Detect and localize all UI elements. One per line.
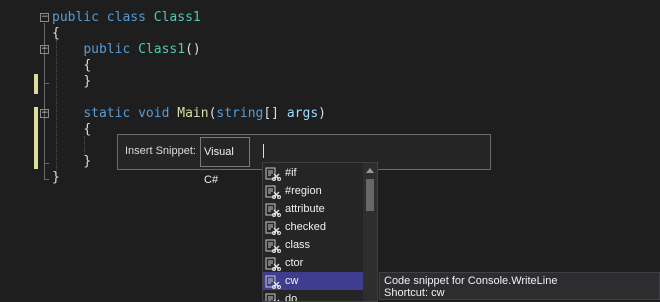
completion-item-label: do xyxy=(285,293,298,302)
keyword: void xyxy=(138,106,170,121)
completion-item[interactable]: do xyxy=(263,290,363,302)
snippet-icon xyxy=(265,237,281,253)
outline-tick xyxy=(44,163,49,164)
keyword: public xyxy=(83,42,131,57)
code-line-2: { xyxy=(52,26,60,42)
snippet-icon xyxy=(265,273,281,289)
completion-scrollbar[interactable] xyxy=(363,163,377,301)
code-line-8: { xyxy=(52,122,91,138)
completion-item[interactable]: #if xyxy=(263,164,363,182)
completion-item-label: class xyxy=(285,239,311,251)
snippet-completion-list[interactable]: #if #region attribute checked class ctor… xyxy=(262,162,378,302)
scroll-up-arrow-icon[interactable] xyxy=(366,168,374,173)
outline-tick xyxy=(44,83,49,84)
code-line-1: public class Class1 xyxy=(52,10,201,26)
brace: { xyxy=(52,26,60,41)
snippet-category-chip[interactable]: Visual C# xyxy=(200,137,250,186)
completion-item-label: cw xyxy=(285,275,299,287)
snippet-icon xyxy=(265,201,281,217)
code-line-4: { xyxy=(52,58,91,74)
class-name: Class1 xyxy=(153,10,201,25)
code-line-10: } xyxy=(52,154,91,170)
code-line-7: static void Main(string[] args) xyxy=(52,106,326,122)
completion-item-label: checked xyxy=(285,221,326,233)
punctuation: ) xyxy=(318,106,326,121)
keyword: public xyxy=(52,10,99,25)
keyword: static xyxy=(83,106,131,121)
completion-item[interactable]: class xyxy=(263,236,363,254)
snippet-icon xyxy=(265,291,281,301)
scrollbar-thumb[interactable] xyxy=(366,179,374,211)
insert-snippet-label: Insert Snippet: xyxy=(125,145,196,157)
collapse-constructor-icon[interactable]: − xyxy=(40,45,49,54)
collapse-class-icon[interactable]: − xyxy=(40,13,49,22)
code-line-3: public Class1() xyxy=(52,42,201,58)
brace: { xyxy=(83,122,92,137)
snippet-tooltip: Code snippet for Console.WriteLine Short… xyxy=(379,272,660,300)
punctuation: () xyxy=(185,42,201,57)
completion-item-selected[interactable]: cw xyxy=(263,272,363,290)
brace: } xyxy=(83,74,92,89)
text-caret xyxy=(263,144,264,158)
change-indicator xyxy=(34,74,38,94)
code-line-11: } xyxy=(52,170,60,186)
indent-guide xyxy=(84,136,85,156)
brace: } xyxy=(52,170,60,185)
tooltip-shortcut: Shortcut: cw xyxy=(384,287,445,299)
outline-tick xyxy=(44,179,49,180)
collapse-main-icon[interactable]: − xyxy=(40,109,49,118)
completion-item[interactable]: #region xyxy=(263,182,363,200)
completion-item[interactable]: checked xyxy=(263,218,363,236)
brace: } xyxy=(83,154,92,169)
constructor-name: Class1 xyxy=(138,42,186,57)
code-line-5: } xyxy=(52,74,91,90)
snippet-icon xyxy=(265,219,281,235)
completion-item[interactable]: ctor xyxy=(263,254,363,272)
completion-item[interactable]: attribute xyxy=(263,200,363,218)
snippet-icon xyxy=(265,183,281,199)
keyword: class xyxy=(106,10,146,25)
snippet-icon xyxy=(265,165,281,181)
completion-item-label: attribute xyxy=(285,203,325,215)
method-name: Main xyxy=(177,106,209,121)
tooltip-description: Code snippet for Console.WriteLine xyxy=(384,275,558,287)
type-keyword: string xyxy=(216,106,264,121)
completion-item-label: ctor xyxy=(285,257,304,269)
snippet-icon xyxy=(265,255,281,271)
completion-item-label: #if xyxy=(285,167,297,179)
brace: { xyxy=(83,58,92,73)
parameter-name: args xyxy=(286,106,319,121)
code-editor[interactable]: − − − public class Class1 { public Class… xyxy=(0,0,660,302)
completion-item-label: #region xyxy=(285,185,322,197)
punctuation: [] xyxy=(263,106,287,121)
change-indicator xyxy=(34,107,38,169)
